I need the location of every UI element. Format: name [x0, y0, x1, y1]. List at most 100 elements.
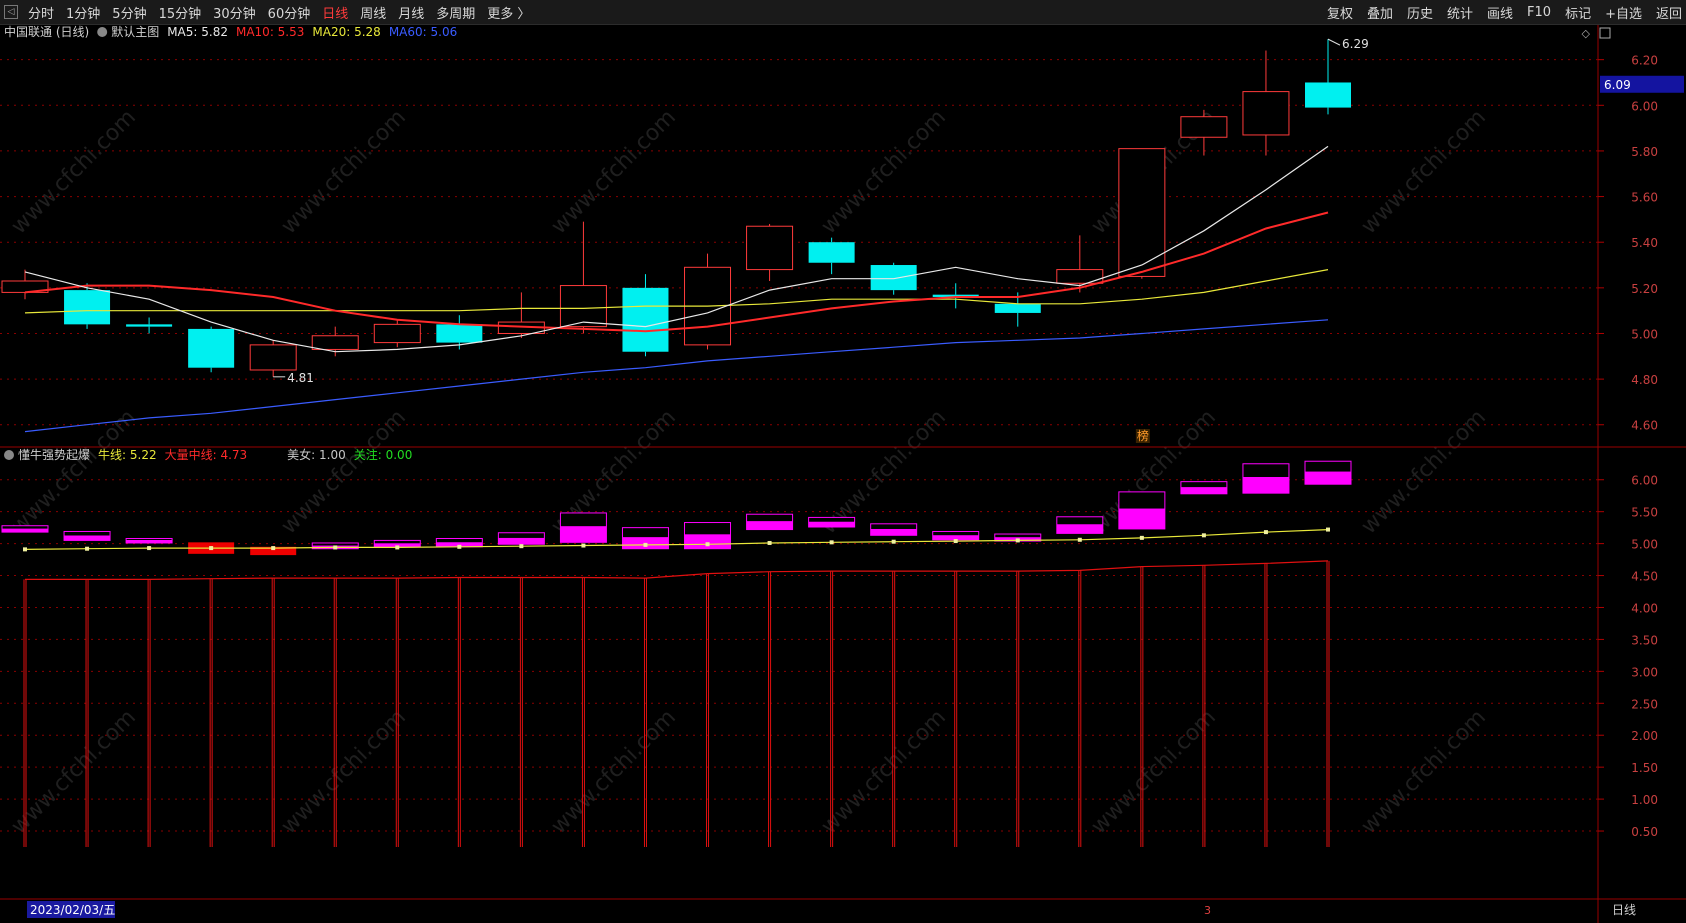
- sub-indicator-label: 大量中线: 4.73: [165, 447, 248, 462]
- tab-period-6[interactable]: 日线: [322, 3, 348, 22]
- watermark-text: www.cfchi.com: [817, 705, 951, 839]
- high-pointer: [1327, 38, 1341, 46]
- candle-body[interactable]: [746, 225, 794, 271]
- tab-period-7[interactable]: 周线: [360, 3, 386, 22]
- signal-box-fill: [808, 521, 855, 528]
- sub-tick-label: 2.00: [1631, 729, 1658, 743]
- niu-line-dot: [705, 542, 710, 547]
- niu-line-dot: [147, 546, 152, 551]
- gear-icon[interactable]: [4, 450, 14, 460]
- sub-indicator-title: 懂牛强势起爆: [18, 447, 90, 462]
- diamond-icon[interactable]: ◇: [1582, 27, 1591, 40]
- candle-body[interactable]: [622, 287, 669, 352]
- niu-line-dot: [767, 540, 772, 545]
- tab-period-1[interactable]: 1分钟: [66, 3, 100, 22]
- toolbar-actions: 复权 叠加 历史 统计 画线 F10 标记 +自选 返回: [1313, 0, 1682, 24]
- main-tick-label: 4.60: [1631, 419, 1658, 433]
- watermark-text: www.cfchi.com: [7, 705, 141, 839]
- high-price-label: 6.29: [1342, 37, 1369, 51]
- toolbar-button-8[interactable]: 返回: [1656, 3, 1682, 22]
- candle-body[interactable]: [559, 285, 607, 328]
- candle-body[interactable]: [436, 324, 483, 343]
- toolbar-button-4[interactable]: 画线: [1487, 3, 1513, 22]
- signal-box-fill: [870, 528, 917, 536]
- candle-body[interactable]: [994, 303, 1041, 313]
- main-panel[interactable]: 6.29 4.81 榜: [1, 37, 1369, 443]
- toolbar-button-0[interactable]: 复权: [1327, 3, 1353, 22]
- main-tick-label: 6.00: [1631, 99, 1658, 113]
- candle-body[interactable]: [1305, 82, 1351, 108]
- tab-period-2[interactable]: 5分钟: [112, 3, 146, 22]
- niu-line-dot: [1015, 538, 1020, 543]
- toolbar-button-3[interactable]: 统计: [1447, 3, 1473, 22]
- niu-line-dot: [23, 547, 27, 552]
- sub-tick-label: 3.50: [1631, 633, 1658, 647]
- sub-indicator-label: 牛线: 5.22: [98, 447, 157, 462]
- signal-box-fill: [1056, 524, 1103, 534]
- tab-period-4[interactable]: 30分钟: [213, 3, 256, 22]
- candle-body[interactable]: [64, 290, 111, 325]
- signal-box-fill: [684, 534, 731, 549]
- window-icon[interactable]: [1599, 27, 1611, 39]
- signal-box-fill: [126, 539, 173, 543]
- month-marker: 3: [1204, 904, 1211, 917]
- candle-body[interactable]: [188, 328, 235, 368]
- niu-line-dot: [1077, 537, 1082, 542]
- niu-line-dot: [271, 546, 276, 551]
- sub-tick-label: 2.50: [1631, 697, 1658, 711]
- candle-body[interactable]: [126, 324, 173, 327]
- tab-period-0[interactable]: 分时: [28, 3, 54, 22]
- niu-line-dot: [1201, 533, 1206, 538]
- tab-period-5[interactable]: 60分钟: [268, 3, 311, 22]
- sub-tick-label: 1.00: [1631, 793, 1658, 807]
- tab-period-9[interactable]: 多周期: [436, 3, 475, 22]
- volume-mid-line: [25, 560, 1329, 581]
- niu-line-dot: [519, 544, 524, 549]
- toolbar-button-5[interactable]: F10: [1527, 5, 1551, 20]
- watermark-text: www.cfchi.com: [7, 105, 141, 239]
- collapse-icon[interactable]: ◁: [4, 5, 18, 19]
- candle-body[interactable]: [249, 344, 297, 371]
- toolbar-button-7[interactable]: +自选: [1605, 3, 1642, 22]
- niu-line-dot: [953, 539, 958, 544]
- signal-box-fill: [2, 528, 48, 533]
- candle-body[interactable]: [1242, 91, 1290, 136]
- ma-indicator-label: MA5: 5.82: [167, 25, 228, 39]
- candle-body[interactable]: [1056, 269, 1104, 284]
- signal-box-fill: [746, 521, 793, 530]
- candle-body[interactable]: [1118, 148, 1166, 277]
- toolbar-button-1[interactable]: 叠加: [1367, 3, 1393, 22]
- signal-box-fill: [64, 535, 111, 541]
- candle-body[interactable]: [870, 265, 917, 291]
- period-tabs: 分时 1分钟 5分钟 15分钟 30分钟 60分钟 日线 周线 月线 多周期 更多 〉: [28, 0, 542, 24]
- watermark-text: www.cfchi.com: [1087, 705, 1221, 839]
- price-axis: 6.20 6.00 5.80 5.60 5.40 5.20 5.00 4.80 4.60 6.00…: [1598, 54, 1684, 839]
- main-tick-label: 5.40: [1631, 236, 1658, 250]
- candle-body[interactable]: [808, 242, 855, 263]
- tab-period-3[interactable]: 15分钟: [159, 3, 202, 22]
- candle-body[interactable]: [1180, 116, 1228, 138]
- indicator-labels: 中国联通 (日线) 默认主图 MA5: 5.82 MA10: 5.53 MA20: 5.…: [4, 25, 1636, 918]
- tab-period-10[interactable]: 更多 〉: [487, 3, 530, 22]
- rank-marker: 榜: [1137, 428, 1149, 443]
- low-price-label: 4.81: [287, 371, 314, 385]
- date-label: 2023/02/03/五: [30, 903, 115, 917]
- sub-tick-label: 4.50: [1631, 570, 1658, 584]
- toolbar-button-6[interactable]: 标记: [1565, 3, 1591, 22]
- signal-box-fill: [1305, 471, 1351, 485]
- candle-body[interactable]: [311, 335, 359, 350]
- candle-body[interactable]: [373, 323, 421, 344]
- sub-tick-label: 1.50: [1631, 761, 1658, 775]
- signal-box-fill: [560, 526, 607, 543]
- ma-indicator-label: MA10: 5.53: [236, 25, 304, 39]
- sub-tick-label: 3.00: [1631, 665, 1658, 679]
- sub-indicator-label: 关注: 0.00: [354, 447, 413, 462]
- niu-line-dot: [457, 544, 462, 549]
- tab-period-8[interactable]: 月线: [398, 3, 424, 22]
- kline-chart[interactable]: www.cfchi.com www.cfchi.com www.cfchi.com w…: [0, 25, 1686, 923]
- gear-icon[interactable]: [97, 27, 108, 37]
- sub-tick-label: 0.50: [1631, 825, 1658, 839]
- sub-tick-label: 6.00: [1631, 474, 1658, 488]
- sub-tick-label: 4.00: [1631, 601, 1658, 615]
- toolbar-button-2[interactable]: 历史: [1407, 3, 1433, 22]
